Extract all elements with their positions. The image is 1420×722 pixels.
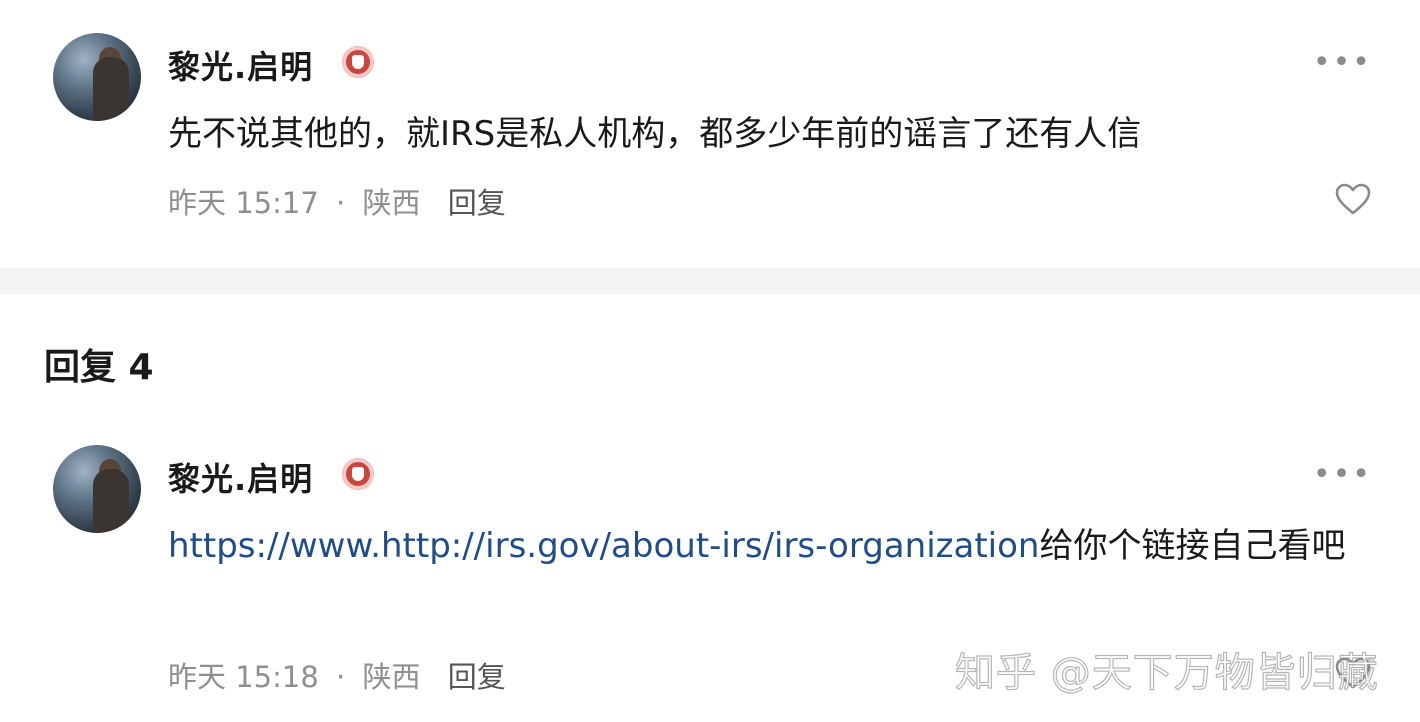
comment-text-after-link: 给你个链接自己看吧 bbox=[1039, 526, 1346, 566]
comment-text: https://www.http://irs.gov/about-irs/irs… bbox=[168, 518, 1383, 574]
comment-location: 陕西 bbox=[362, 660, 421, 694]
meta-separator: · bbox=[336, 660, 346, 694]
watermark: 知乎 @天下万物皆归藏 bbox=[954, 649, 1379, 696]
username[interactable]: 黎光.启明 bbox=[168, 42, 313, 88]
reply-button[interactable]: 回复 bbox=[448, 186, 506, 220]
comment-item: 黎光.启明 ••• 先不说其他的，就IRS是私人机构，都多少年前的谣言了还有人信… bbox=[0, 0, 1420, 268]
comment-meta: 昨天 15:17 · 陕西 回复 bbox=[168, 180, 506, 222]
replies-section-title: 回复 4 bbox=[44, 347, 154, 388]
avatar-figure bbox=[93, 469, 129, 533]
reply-button[interactable]: 回复 bbox=[448, 660, 506, 694]
avatar[interactable] bbox=[53, 33, 141, 121]
section-divider bbox=[0, 268, 1420, 294]
more-dots-icon[interactable]: ••• bbox=[1313, 460, 1372, 490]
creator-badge-icon bbox=[342, 458, 374, 490]
comment-meta: 昨天 15:18 · 陕西 回复 bbox=[168, 654, 506, 696]
heart-outline-icon[interactable] bbox=[1334, 182, 1372, 216]
comment-time: 昨天 15:18 bbox=[168, 660, 319, 694]
comment-link[interactable]: https://www.http://irs.gov/about-irs/irs… bbox=[168, 526, 1039, 566]
creator-badge-icon bbox=[342, 46, 374, 78]
avatar[interactable] bbox=[53, 445, 141, 533]
comment-location: 陕西 bbox=[362, 186, 421, 220]
username[interactable]: 黎光.启明 bbox=[168, 454, 313, 500]
more-dots-icon[interactable]: ••• bbox=[1313, 48, 1372, 78]
comment-text: 先不说其他的，就IRS是私人机构，都多少年前的谣言了还有人信 bbox=[168, 114, 1142, 154]
avatar-figure bbox=[93, 57, 129, 121]
comment-time: 昨天 15:17 bbox=[168, 186, 319, 220]
meta-separator: · bbox=[336, 186, 346, 220]
